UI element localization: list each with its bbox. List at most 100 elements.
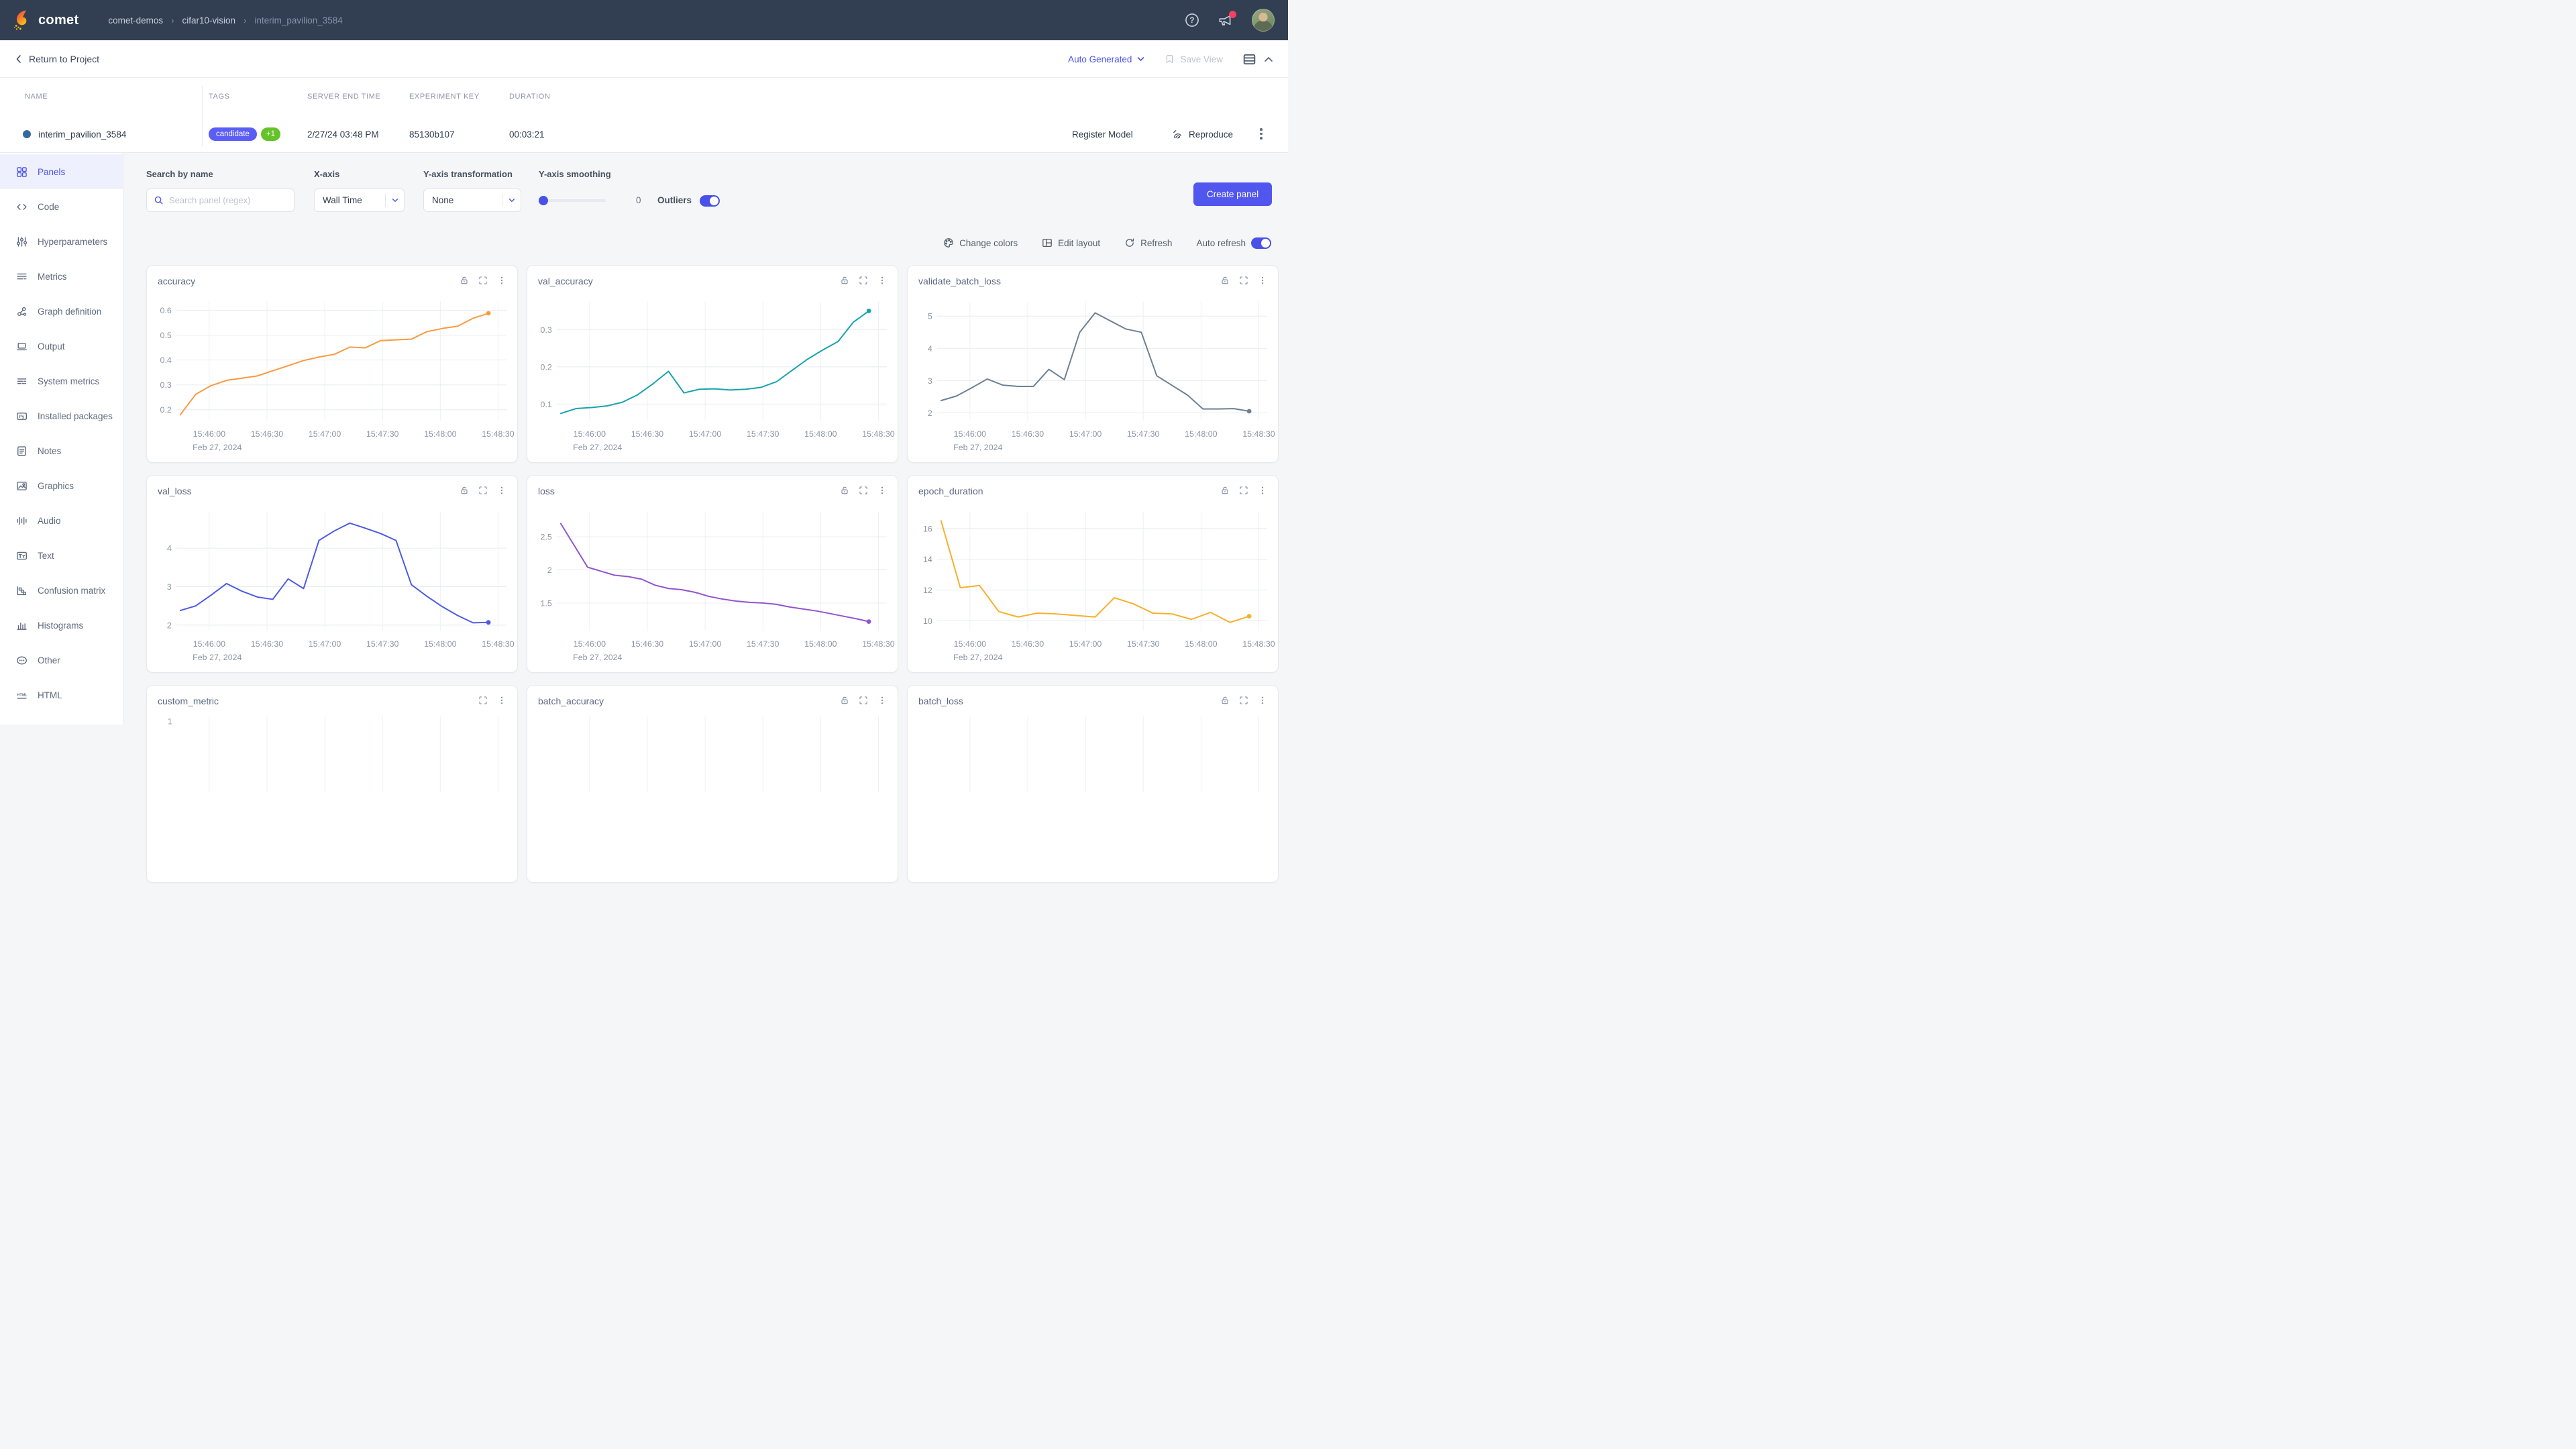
lock-icon[interactable]: [1220, 486, 1230, 495]
ytrans-label: Y-axis transformation: [423, 169, 513, 179]
col-header-name: NAME: [25, 78, 48, 115]
chart-plot[interactable]: 15:46:0015:46:3015:47:0015:47:3015:48:00…: [527, 476, 898, 672]
fullscreen-icon[interactable]: [859, 696, 868, 705]
fullscreen-icon[interactable]: [1239, 696, 1248, 705]
save-view-button[interactable]: Save View: [1165, 54, 1223, 64]
sidebar-item-label: Notes: [38, 446, 61, 456]
panel-menu-icon[interactable]: [1258, 486, 1267, 495]
announcements-icon[interactable]: [1218, 13, 1234, 28]
collapse-chevron-up-icon[interactable]: [1264, 56, 1273, 62]
help-icon[interactable]: ?: [1185, 13, 1199, 28]
fullscreen-icon[interactable]: [478, 486, 488, 495]
svg-text:0.3: 0.3: [160, 380, 172, 390]
sidebar-item-label: Output: [38, 341, 65, 352]
lock-icon[interactable]: [460, 276, 469, 285]
slider-knob[interactable]: [539, 196, 548, 205]
breadcrumb-project[interactable]: cifar10-vision: [182, 15, 236, 25]
panel-menu-icon[interactable]: [877, 696, 887, 705]
svg-text:1.5: 1.5: [541, 598, 552, 608]
lock-icon[interactable]: [1220, 696, 1230, 705]
sidebar-item-audio[interactable]: Audio: [0, 503, 123, 538]
breadcrumb-workspace[interactable]: comet-demos: [108, 15, 163, 25]
panel-search-field: [146, 189, 294, 212]
experiment-row: interim_pavilion_3584 candidate +1 2/27/…: [0, 115, 1288, 153]
lock-icon[interactable]: [1220, 276, 1230, 285]
sidebar-item-histograms[interactable]: Histograms: [0, 608, 123, 643]
change-colors-button[interactable]: Change colors: [943, 237, 1018, 248]
fullscreen-icon[interactable]: [1239, 276, 1248, 285]
sidebar-item-label: HTML: [38, 690, 62, 700]
sidebar-item-hyperparameters[interactable]: Hyperparameters: [0, 224, 123, 259]
chart-plot[interactable]: 1: [147, 686, 517, 882]
sidebar-item-label: Audio: [38, 516, 61, 526]
sidebar-item-confusion-matrix[interactable]: Confusion matrix: [0, 573, 123, 608]
auto-refresh-toggle[interactable]: [1251, 237, 1271, 249]
top-navigation: comet comet-demos › cifar10-vision › int…: [0, 0, 1288, 40]
outliers-label: Outliers: [657, 195, 692, 205]
panel-menu-icon[interactable]: [497, 696, 506, 705]
comet-logo[interactable]: comet: [12, 9, 78, 31]
outliers-toggle[interactable]: [700, 195, 720, 207]
row-menu-icon[interactable]: [1260, 128, 1263, 140]
chart-plot[interactable]: 15:46:0015:46:3015:47:0015:47:3015:48:00…: [908, 476, 1278, 672]
comet-logo-icon: [12, 9, 32, 31]
chart-plot[interactable]: 15:46:0015:46:3015:47:0015:47:3015:48:00…: [147, 266, 517, 462]
table-view-icon[interactable]: [1243, 54, 1256, 65]
fullscreen-icon[interactable]: [1239, 486, 1248, 495]
sidebar-item-system-metrics[interactable]: System metrics: [0, 364, 123, 398]
fullscreen-icon[interactable]: [478, 276, 488, 285]
view-selector-dropdown[interactable]: Auto Generated: [1068, 54, 1144, 64]
chart-plot[interactable]: 15:46:0015:46:3015:47:0015:47:3015:48:00…: [908, 266, 1278, 462]
panel-epoch_duration: epoch_duration 15:46:0015:46:3015:47:001…: [907, 475, 1279, 673]
panel-menu-icon[interactable]: [877, 276, 887, 285]
experiment-key-link[interactable]: 85130b107: [409, 115, 455, 153]
sidebar-item-output[interactable]: Output: [0, 329, 123, 364]
sidebar-item-metrics[interactable]: Metrics: [0, 259, 123, 294]
panel-menu-icon[interactable]: [497, 486, 506, 495]
chart-plot[interactable]: [527, 686, 898, 882]
xaxis-select[interactable]: Wall Time: [314, 189, 405, 212]
refresh-button[interactable]: Refresh: [1124, 237, 1172, 248]
fullscreen-icon[interactable]: [859, 276, 868, 285]
panel-menu-icon[interactable]: [1258, 696, 1267, 705]
panel-menu-icon[interactable]: [1258, 276, 1267, 285]
refresh-label: Refresh: [1140, 238, 1172, 248]
sidebar-item-graphics[interactable]: Graphics: [0, 468, 123, 503]
chart-plot[interactable]: 15:46:0015:46:3015:47:0015:47:3015:48:00…: [147, 476, 517, 672]
sidebar-item-html[interactable]: HTML HTML: [0, 678, 123, 712]
sidebar-item-code[interactable]: Code: [0, 189, 123, 224]
image-icon: [16, 480, 28, 492]
chart-plot[interactable]: [908, 686, 1278, 882]
reproduce-button[interactable]: Reproduce: [1172, 115, 1233, 153]
lock-icon[interactable]: [840, 276, 849, 285]
sidebar-item-panels[interactable]: Panels: [0, 154, 123, 189]
svg-text:14: 14: [923, 555, 932, 564]
sidebar-item-text[interactable]: Text: [0, 538, 123, 573]
search-input[interactable]: [169, 195, 287, 205]
lock-icon[interactable]: [840, 486, 849, 495]
svg-text:15:46:00: 15:46:00: [954, 429, 987, 439]
sidebar-item-installed-packages[interactable]: Py Installed packages: [0, 398, 123, 433]
ytrans-select-value: None: [424, 195, 502, 205]
system-metrics-icon: [16, 376, 28, 387]
user-avatar[interactable]: [1252, 9, 1275, 32]
svg-text:15:46:30: 15:46:30: [631, 429, 664, 439]
lock-icon[interactable]: [840, 696, 849, 705]
lock-icon[interactable]: [460, 486, 469, 495]
sidebar-item-graph-definition[interactable]: Graph definition: [0, 294, 123, 329]
fullscreen-icon[interactable]: [859, 486, 868, 495]
panel-menu-icon[interactable]: [497, 276, 506, 285]
panel-menu-icon[interactable]: [877, 486, 887, 495]
smoothing-slider[interactable]: [539, 195, 606, 207]
sidebar-item-other[interactable]: Other: [0, 643, 123, 678]
svg-text:15:48:00: 15:48:00: [424, 429, 457, 439]
register-model-button[interactable]: Register Model: [1072, 115, 1133, 153]
create-panel-button[interactable]: Create panel: [1193, 182, 1272, 206]
sidebar-item-notes[interactable]: Notes: [0, 433, 123, 468]
chart-plot[interactable]: 15:46:0015:46:3015:47:0015:47:3015:48:00…: [527, 266, 898, 462]
edit-layout-label: Edit layout: [1058, 238, 1100, 248]
fullscreen-icon[interactable]: [478, 696, 488, 705]
return-to-project-button[interactable]: Return to Project: [15, 40, 99, 78]
edit-layout-button[interactable]: Edit layout: [1042, 237, 1100, 248]
ytrans-select[interactable]: None: [423, 189, 521, 212]
